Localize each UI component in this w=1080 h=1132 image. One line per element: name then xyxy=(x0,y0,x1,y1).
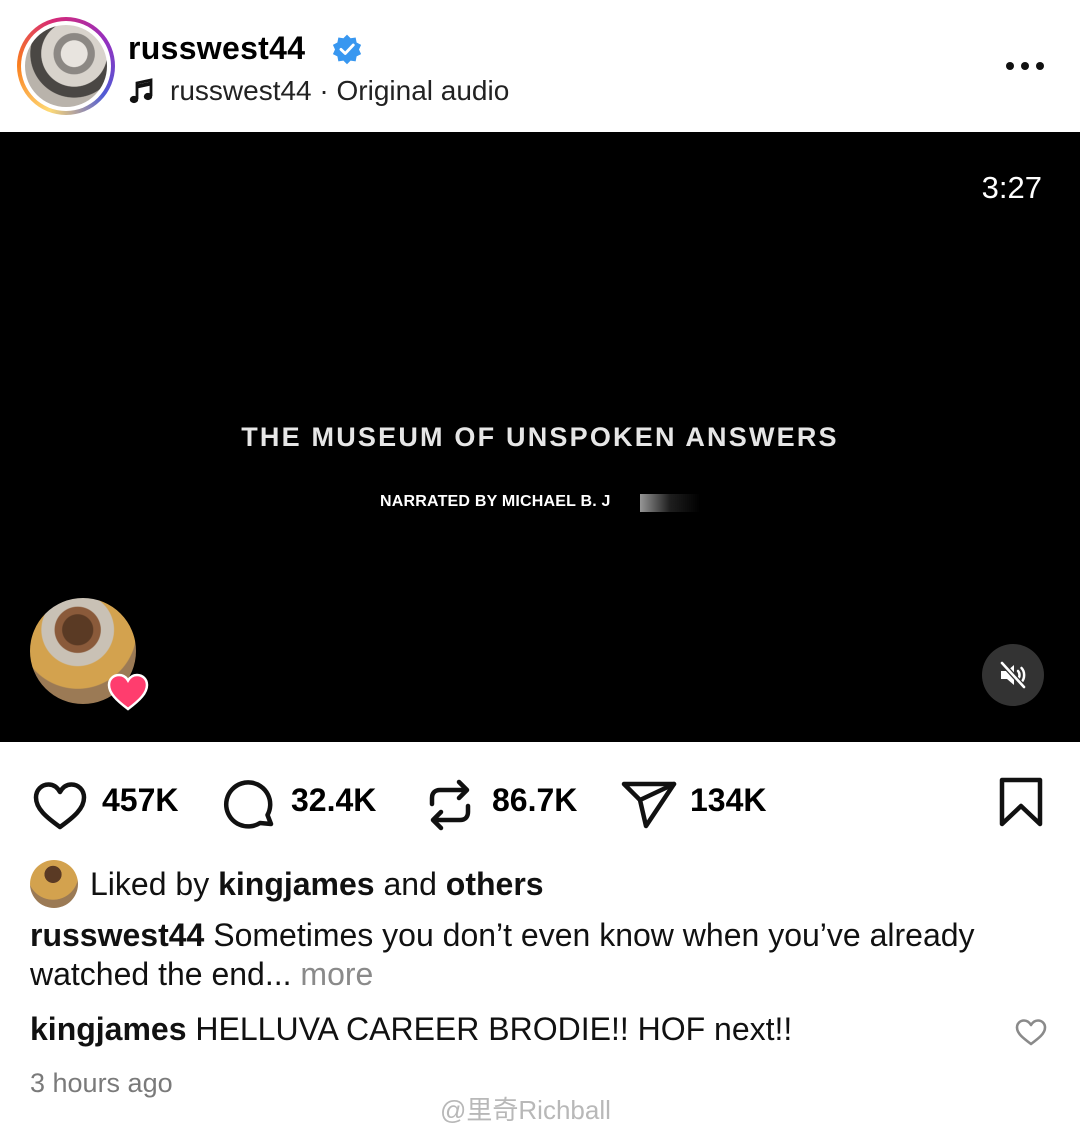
caption-username[interactable]: russwest44 xyxy=(30,917,204,953)
avatar-inner-ring xyxy=(21,21,111,111)
music-note-icon xyxy=(129,78,153,104)
repost-icon[interactable] xyxy=(424,778,476,832)
comment-count[interactable]: 32.4K xyxy=(291,782,376,819)
audio-separator: · xyxy=(319,75,329,106)
heart-badge-icon xyxy=(107,673,149,711)
repost-count[interactable]: 86.7K xyxy=(492,782,577,819)
like-count[interactable]: 457K xyxy=(102,782,179,819)
caption-more-link[interactable]: more xyxy=(300,956,373,992)
audio-attribution[interactable]: russwest44 · Original audio xyxy=(170,75,509,107)
comment-username[interactable]: kingjames xyxy=(30,1011,187,1047)
heart-icon[interactable] xyxy=(32,780,88,832)
bookmark-icon[interactable] xyxy=(998,776,1044,828)
audio-label: Original audio xyxy=(336,75,510,106)
liked-by-user[interactable]: kingjames xyxy=(218,866,375,902)
liked-by-avatar xyxy=(30,860,78,908)
watermark: @里奇Richball xyxy=(440,1095,611,1125)
subtitle-blur xyxy=(640,494,700,512)
liked-by-conjunction: and xyxy=(383,866,437,902)
mute-button[interactable] xyxy=(982,644,1044,706)
comment-icon[interactable] xyxy=(221,779,277,833)
video-title-card: THE MUSEUM OF UNSPOKEN ANSWERS xyxy=(241,422,839,452)
liked-by-prefix: Liked by xyxy=(90,866,210,902)
comment-like-icon[interactable] xyxy=(1014,1017,1048,1047)
liked-by-text: Liked by kingjames and others xyxy=(90,866,544,903)
video-duration: 3:27 xyxy=(981,170,1042,205)
verified-badge-icon xyxy=(332,34,362,65)
post-timestamp: 3 hours ago xyxy=(30,1068,173,1098)
post-username[interactable]: russwest44 xyxy=(128,30,305,67)
comment-row: kingjames HELLUVA CAREER BRODIE!! HOF ne… xyxy=(30,1011,792,1048)
share-count[interactable]: 134K xyxy=(690,782,767,819)
post-header: russwest44 russwest44 · Original audio xyxy=(0,0,1080,132)
comment-text: HELLUVA CAREER BRODIE!! HOF next!! xyxy=(195,1011,793,1047)
action-bar: 457K 32.4K 86.7K 134K xyxy=(0,742,1080,862)
share-icon[interactable] xyxy=(620,778,678,830)
profile-avatar[interactable] xyxy=(17,17,115,115)
mute-icon xyxy=(999,660,1027,690)
liked-by-others[interactable]: others xyxy=(446,866,544,902)
avatar-photo xyxy=(25,25,107,107)
video-subtitle: NARRATED BY MICHAEL B. J xyxy=(380,493,611,510)
audio-owner: russwest44 xyxy=(170,75,312,106)
more-options-icon[interactable] xyxy=(1000,56,1050,76)
video-player[interactable]: 3:27 THE MUSEUM OF UNSPOKEN ANSWERS NARR… xyxy=(0,132,1080,742)
post-caption: russwest44 Sometimes you don’t even know… xyxy=(30,916,1040,994)
